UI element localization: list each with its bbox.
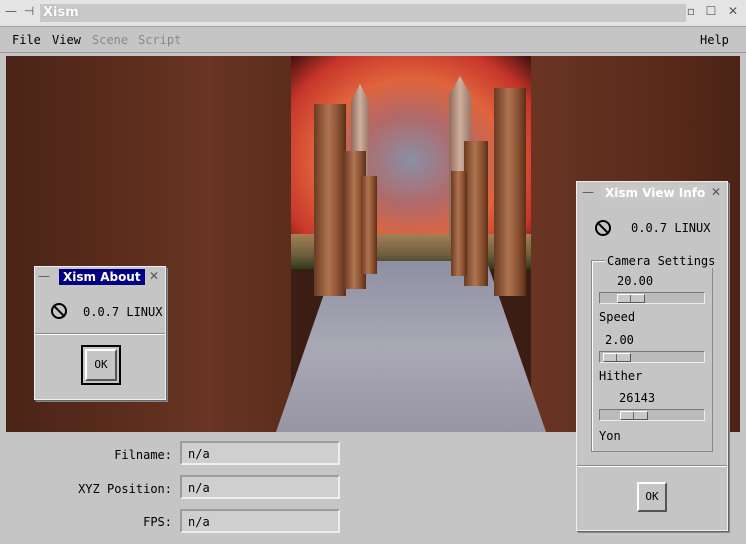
hither-label: Hither — [599, 369, 643, 383]
yon-label: Yon — [599, 429, 621, 443]
menu-file[interactable]: File — [12, 33, 41, 47]
filename-label: Filname: — [114, 448, 172, 462]
filename-field[interactable]: n/a — [180, 441, 340, 465]
about-version: 0.0.7 LINUX — [83, 305, 163, 319]
fps-field[interactable]: n/a — [180, 509, 340, 533]
stop-icon — [51, 303, 67, 319]
menu-view[interactable]: View — [52, 33, 81, 47]
speed-label: Speed — [599, 310, 636, 324]
window-menu-icon[interactable]: — — [4, 4, 18, 18]
about-ok-button[interactable]: OK — [85, 349, 117, 381]
about-ok-default-frame: OK — [81, 345, 121, 385]
view-info-title: Xism View Info — [601, 185, 705, 201]
minimize-icon[interactable]: ▫ — [684, 4, 698, 18]
separator — [577, 465, 727, 467]
view-info-ok-button[interactable]: OK — [637, 482, 667, 512]
window-title: Xism — [40, 4, 686, 22]
yon-value: 26143 — [619, 391, 656, 405]
hither-slider-thumb[interactable] — [603, 353, 631, 362]
hither-value: 2.00 — [605, 333, 634, 347]
about-dialog: — Xism About ✕ 0.0.7 LINUX OK — [34, 266, 166, 400]
xyz-position-field[interactable]: n/a — [180, 475, 340, 499]
viewport-pillar — [314, 104, 346, 296]
close-icon[interactable]: ✕ — [147, 269, 161, 283]
window-menu-icon[interactable]: — — [37, 269, 51, 283]
speed-value: 20.00 — [617, 274, 654, 288]
maximize-icon[interactable]: ☐ — [704, 4, 718, 18]
speed-slider-thumb[interactable] — [617, 294, 645, 303]
yon-slider[interactable] — [599, 409, 705, 421]
hither-slider[interactable] — [599, 351, 705, 363]
view-info-dialog: — Xism View Info ✕ 0.0.7 LINUX Camera Se… — [576, 181, 728, 531]
view-info-version: 0.0.7 LINUX — [631, 221, 711, 235]
yon-slider-thumb[interactable] — [620, 411, 648, 420]
camera-settings-label: Camera Settings — [605, 254, 718, 268]
xyz-position-label: XYZ Position: — [78, 482, 172, 496]
pin-icon[interactable]: ⊣ — [22, 4, 36, 18]
close-icon[interactable]: ✕ — [726, 4, 740, 18]
separator — [35, 333, 165, 335]
viewport-pillar — [464, 141, 488, 286]
menu-scene: Scene — [92, 33, 129, 47]
speed-slider[interactable] — [599, 292, 705, 304]
menu-help[interactable]: Help — [700, 33, 729, 47]
close-icon[interactable]: ✕ — [709, 185, 723, 199]
window-menu-icon[interactable]: — — [581, 185, 595, 199]
title-bar[interactable]: — ⊣ Xism ▫ ☐ ✕ — [0, 0, 746, 27]
viewport-pillar — [361, 176, 377, 274]
stop-icon — [595, 220, 611, 236]
menu-bar: File View Scene Script Help — [0, 27, 746, 53]
about-title: Xism About — [59, 269, 145, 285]
viewport-pillar — [494, 88, 526, 296]
viewport-pillar — [451, 171, 467, 276]
fps-label: FPS: — [143, 515, 172, 529]
menu-script: Script — [138, 33, 182, 47]
